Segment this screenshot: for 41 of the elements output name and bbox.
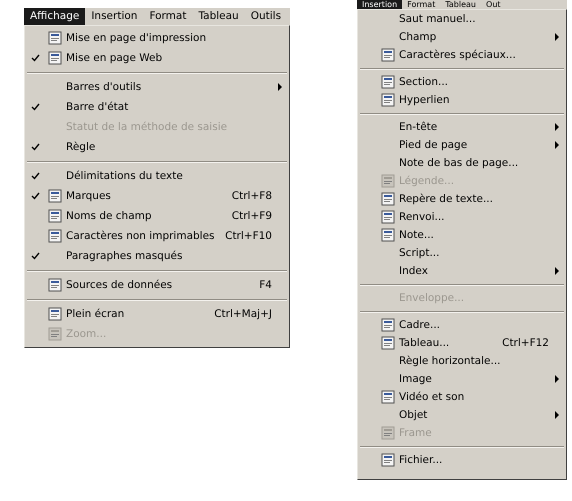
menu-item[interactable]: Fichier... bbox=[359, 451, 565, 469]
menu-item[interactable]: Tableau... Ctrl+F12 bbox=[359, 334, 565, 352]
menu-item[interactable]: Sources de données F4 bbox=[26, 275, 288, 295]
menu-item[interactable]: Objet bbox=[359, 406, 565, 424]
menu-title[interactable]: Outils bbox=[244, 8, 288, 25]
menu-item[interactable]: Règle horizontale... bbox=[359, 352, 565, 370]
menu-item[interactable]: Renvoi... bbox=[359, 208, 565, 226]
menu-item[interactable]: Hyperlien bbox=[359, 91, 565, 109]
menu-item[interactable]: Marques Ctrl+F8 bbox=[26, 186, 288, 206]
menu-item[interactable]: Cadre... bbox=[359, 316, 565, 334]
menu-title[interactable]: Affichage bbox=[24, 8, 86, 25]
menu-title[interactable]: Tableau bbox=[440, 0, 482, 9]
menu-item[interactable]: Index bbox=[359, 262, 565, 280]
menu-item[interactable]: Pied de page bbox=[359, 136, 565, 154]
menu-item[interactable]: Repère de texte... bbox=[359, 190, 565, 208]
menu-item[interactable]: Champ bbox=[359, 28, 565, 46]
menu-item[interactable]: Note... bbox=[359, 226, 565, 244]
menu-title[interactable]: Insertion bbox=[357, 0, 402, 9]
menu-item[interactable]: Barres d'outils bbox=[26, 77, 288, 97]
menu-item[interactable]: Caractères non imprimables Ctrl+F10 bbox=[26, 226, 288, 246]
menu-item[interactable]: Plein écran Ctrl+Maj+J bbox=[26, 304, 288, 324]
menu-item[interactable]: Saut manuel... bbox=[359, 10, 565, 28]
menu-item[interactable]: Image bbox=[359, 370, 565, 388]
menu-item[interactable]: Délimitations du texte bbox=[26, 166, 288, 186]
menu-item[interactable]: Note de bas de page... bbox=[359, 154, 565, 172]
menu-item[interactable]: Caractères spéciaux... bbox=[359, 46, 565, 64]
menu-item[interactable]: Barre d'état bbox=[26, 97, 288, 117]
menu-item[interactable]: Noms de champ Ctrl+F9 bbox=[26, 206, 288, 226]
menu-item[interactable]: Paragraphes masqués bbox=[26, 246, 288, 266]
menu-item[interactable]: Script... bbox=[359, 244, 565, 262]
menu-item[interactable]: Vidéo et son bbox=[359, 388, 565, 406]
menu-title[interactable]: Tableau bbox=[192, 8, 245, 25]
menu-title[interactable]: Format bbox=[402, 0, 440, 9]
menu-item[interactable]: En-tête bbox=[359, 118, 565, 136]
menu-title[interactable]: Insertion bbox=[85, 8, 144, 25]
menu-item[interactable]: Règle bbox=[26, 137, 288, 157]
menu-item[interactable]: Mise en page Web bbox=[26, 48, 288, 68]
menu-item[interactable]: Section... bbox=[359, 73, 565, 91]
menu-item[interactable]: Mise en page d'impression bbox=[26, 28, 288, 48]
menu-title[interactable]: Format bbox=[143, 8, 192, 25]
menu-title[interactable]: Out bbox=[481, 0, 506, 9]
